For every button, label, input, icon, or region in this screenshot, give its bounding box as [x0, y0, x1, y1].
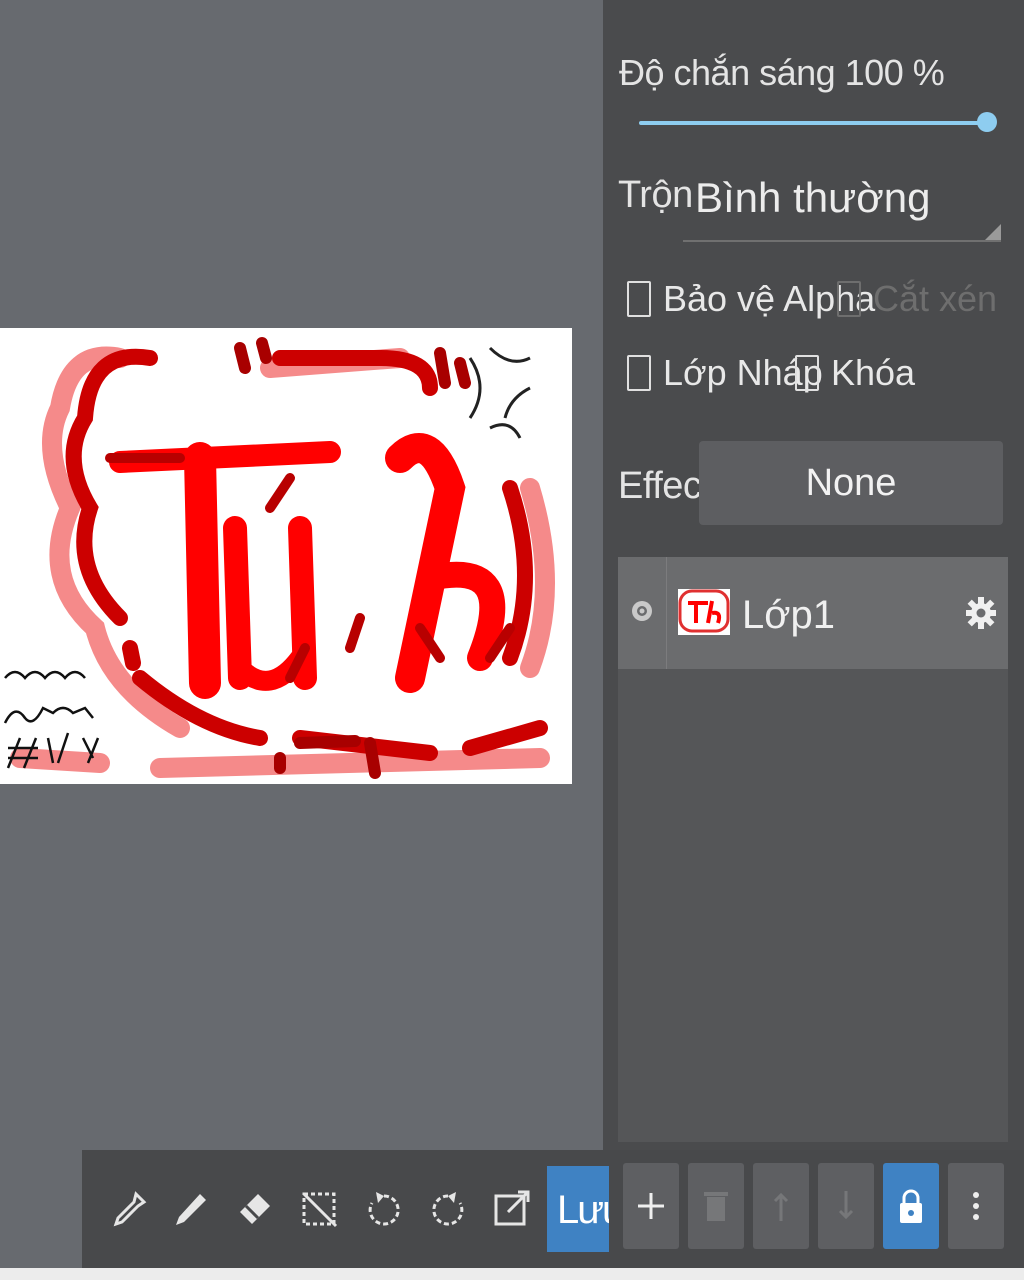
pencil-icon[interactable] — [168, 1188, 212, 1232]
checkbox-box[interactable] — [795, 355, 819, 391]
redo-icon[interactable] — [426, 1188, 470, 1232]
add-layer-icon — [638, 1193, 664, 1219]
checkbox-box[interactable] — [837, 281, 861, 317]
delete-layer-button[interactable] — [688, 1163, 744, 1249]
clipping-checkbox[interactable]: Cắt xén — [837, 278, 997, 320]
lock-icon — [900, 1189, 922, 1223]
eraser-icon[interactable] — [232, 1188, 276, 1232]
lock-layer-button[interactable] — [883, 1163, 939, 1249]
layer-name: Lớp1 — [742, 593, 835, 637]
layer-thumbnail — [678, 589, 730, 635]
add-layer-button[interactable] — [623, 1163, 679, 1249]
opacity-slider-thumb[interactable] — [977, 112, 997, 132]
move-layer-down-button[interactable] — [818, 1163, 874, 1249]
effect-label: Effect — [618, 465, 712, 507]
undo-icon[interactable] — [362, 1188, 406, 1232]
checkbox-box[interactable] — [627, 281, 651, 317]
blend-mode-value: Bình thường — [695, 174, 931, 221]
export-icon[interactable] — [490, 1188, 534, 1232]
layer-settings-button[interactable] — [966, 593, 996, 638]
canvas-area[interactable] — [0, 0, 603, 1150]
opacity-slider[interactable] — [639, 110, 997, 136]
save-button[interactable]: Lưu — [547, 1166, 609, 1252]
layer-visibility-toggle[interactable] — [618, 557, 667, 669]
clipping-label: Cắt xén — [873, 278, 998, 319]
bottom-strip — [0, 1268, 1024, 1280]
effect-button[interactable]: None — [699, 441, 1003, 525]
layer-list[interactable]: Lớp1 — [618, 557, 1008, 1142]
gear-icon — [966, 597, 996, 629]
more-vertical-icon — [973, 1192, 979, 1220]
lock-layer-checkbox[interactable]: Khóa — [795, 352, 915, 394]
opacity-label: Độ chắn sáng 100 % — [619, 52, 945, 93]
blend-mode-select[interactable]: Bình thường — [683, 168, 1001, 242]
more-options-button[interactable] — [948, 1163, 1004, 1249]
lock-layer-label: Khóa — [831, 352, 916, 393]
selection-clear-icon[interactable] — [298, 1188, 342, 1232]
move-layer-up-button[interactable] — [753, 1163, 809, 1249]
draft-layer-checkbox[interactable]: Lớp Nháp — [627, 352, 823, 394]
dropdown-arrow-icon — [985, 224, 1001, 240]
layer-properties-panel: Độ chắn sáng 100 % Trộn Bình thường Bảo … — [603, 0, 1024, 1150]
blend-mode-label: Trộn — [618, 174, 693, 216]
arrow-up-icon — [773, 1192, 789, 1221]
opacity-slider-track[interactable] — [639, 121, 984, 125]
artwork-canvas[interactable] — [0, 328, 572, 784]
checkbox-box[interactable] — [627, 355, 651, 391]
layer-row[interactable]: Lớp1 — [618, 557, 1008, 669]
eye-icon — [632, 601, 652, 621]
eyedropper-icon[interactable] — [106, 1188, 150, 1232]
trash-icon — [704, 1192, 728, 1221]
save-label: Lưu — [557, 1188, 609, 1232]
arrow-down-icon — [838, 1191, 854, 1220]
bottom-toolbar: Lưu — [82, 1150, 1024, 1268]
